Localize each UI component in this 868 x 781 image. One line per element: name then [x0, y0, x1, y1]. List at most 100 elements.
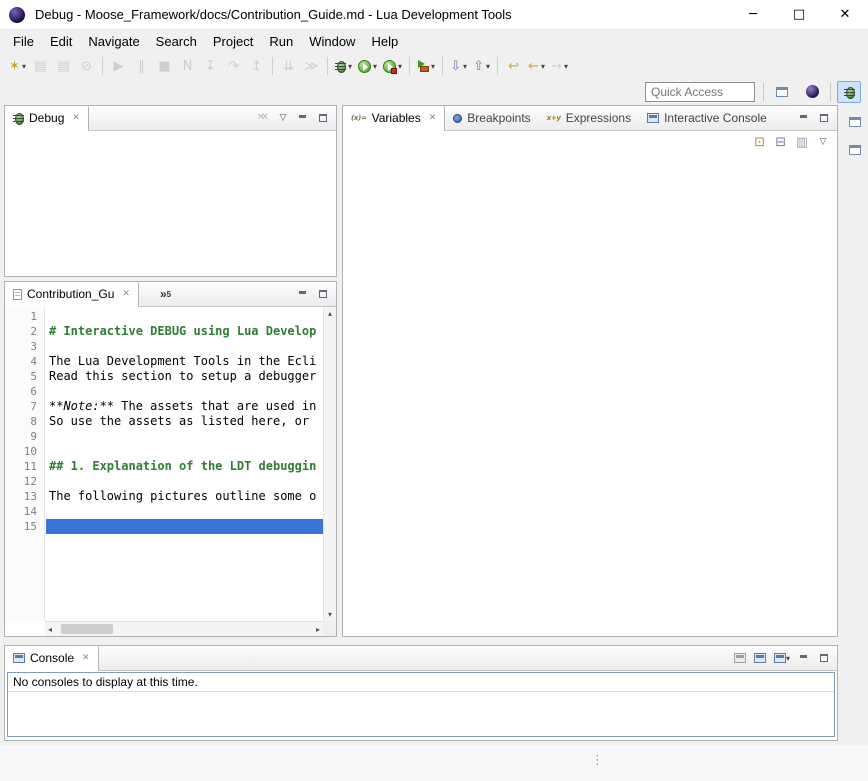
- lua-perspective-button[interactable]: [800, 81, 824, 103]
- show-logical-structure-button[interactable]: ⊡: [754, 134, 766, 150]
- menu-window[interactable]: Window: [301, 31, 363, 52]
- debug-perspective-button[interactable]: [837, 81, 861, 103]
- editor-line-13[interactable]: 13The following pictures outline some o: [5, 489, 323, 504]
- close-tab-icon[interactable]: ✕: [72, 113, 80, 123]
- save-button[interactable]: ▤: [29, 55, 52, 77]
- forward-button[interactable]: →▾: [548, 55, 571, 77]
- pin-console-button[interactable]: [734, 650, 746, 666]
- editor-line-3[interactable]: 3: [5, 339, 323, 354]
- maximize-button[interactable]: [818, 650, 830, 666]
- editor-line-14[interactable]: 14: [5, 504, 323, 519]
- menu-project[interactable]: Project: [205, 31, 261, 52]
- open-console-button[interactable]: ▾: [774, 650, 790, 666]
- close-tab-icon[interactable]: ✕: [122, 289, 130, 299]
- step-over-button[interactable]: ↷: [222, 55, 245, 77]
- editor-line-4[interactable]: 4The Lua Development Tools in the Ecli: [5, 354, 323, 369]
- last-edit-location-button[interactable]: ↩: [502, 55, 525, 77]
- maximize-button[interactable]: [317, 286, 329, 302]
- restore-view-button[interactable]: [846, 114, 864, 130]
- disconnect-button[interactable]: N: [176, 55, 199, 77]
- step-into-button[interactable]: ↧: [199, 55, 222, 77]
- scroll-left-icon[interactable]: ◂: [45, 625, 55, 634]
- drop-to-frame-button[interactable]: ⇊: [277, 55, 300, 77]
- scroll-right-icon[interactable]: ▸: [313, 625, 323, 634]
- editor-text-area[interactable]: 12# Interactive DEBUG using Lua Develop3…: [5, 307, 323, 621]
- menu-run[interactable]: Run: [261, 31, 301, 52]
- display-console-button[interactable]: [754, 650, 766, 666]
- step-return-button[interactable]: ↥: [245, 55, 268, 77]
- editor-line-1[interactable]: 1: [5, 309, 323, 324]
- next-annotation-button[interactable]: ⇩▾: [447, 55, 470, 77]
- outline-view-button[interactable]: [846, 142, 864, 158]
- minimize-button[interactable]: [798, 650, 810, 666]
- scroll-up-icon[interactable]: ▴: [325, 309, 335, 318]
- terminate-button[interactable]: ■: [153, 55, 176, 77]
- menu-search[interactable]: Search: [148, 31, 205, 52]
- use-step-filters-button[interactable]: ≫: [300, 55, 323, 77]
- collapse-all-button[interactable]: ⊟: [775, 134, 787, 150]
- editor-horizontal-scrollbar[interactable]: ◂ ▸: [45, 621, 323, 636]
- scrollbar-thumb[interactable]: [61, 624, 113, 634]
- tab-expressions[interactable]: x+yExpressions: [539, 106, 639, 130]
- maximize-window-button[interactable]: □: [776, 0, 822, 29]
- external-tools-button[interactable]: ▾: [414, 55, 438, 77]
- open-perspective-button[interactable]: [770, 81, 794, 103]
- editor-line-15[interactable]: 15: [5, 519, 323, 534]
- show-columns-button[interactable]: ▥: [796, 134, 808, 150]
- view-menu-button[interactable]: ▽: [277, 110, 289, 126]
- editor-line-10[interactable]: 10: [5, 444, 323, 459]
- close-window-button[interactable]: ✕: [822, 0, 868, 29]
- tab-breakpoints[interactable]: Breakpoints: [445, 106, 538, 130]
- resume-button[interactable]: ▶: [107, 55, 130, 77]
- menu-navigate[interactable]: Navigate: [80, 31, 147, 52]
- close-tab-icon[interactable]: ✕: [82, 653, 90, 663]
- debug-content[interactable]: [5, 131, 336, 276]
- editor-line-12[interactable]: 12: [5, 474, 323, 489]
- editor-vertical-scrollbar[interactable]: ▴ ▾: [323, 307, 336, 621]
- new-button[interactable]: ✶▾: [6, 55, 29, 77]
- menu-edit[interactable]: Edit: [42, 31, 80, 52]
- minimize-window-button[interactable]: ─: [730, 0, 776, 29]
- debug-button[interactable]: ▾: [332, 55, 355, 77]
- quick-access-input[interactable]: [645, 82, 755, 102]
- editor-line-6[interactable]: 6: [5, 384, 323, 399]
- editor-line-2[interactable]: 2# Interactive DEBUG using Lua Develop: [5, 324, 323, 339]
- minimize-button[interactable]: [297, 286, 309, 302]
- editor-line-9[interactable]: 9: [5, 429, 323, 444]
- menu-file[interactable]: File: [5, 31, 42, 52]
- tab-debug[interactable]: Debug ✕: [5, 106, 89, 130]
- editor-line-11[interactable]: 11## 1. Explanation of the LDT debuggin: [5, 459, 323, 474]
- editor-tab-overflow[interactable]: »5: [155, 282, 176, 306]
- menu-help[interactable]: Help: [363, 31, 406, 52]
- back-button[interactable]: ←▾: [525, 55, 548, 77]
- app-icon[interactable]: [9, 7, 25, 23]
- minimize-button[interactable]: [297, 110, 309, 126]
- save-all-button[interactable]: ▤: [52, 55, 75, 77]
- sphere-icon: [806, 85, 819, 98]
- remove-terminated-icon: ✕: [257, 113, 265, 123]
- run-button[interactable]: ▾: [355, 55, 380, 77]
- editor-line-7[interactable]: 7**Note:** The assets that are used in: [5, 399, 323, 414]
- debug-icon: [335, 60, 346, 72]
- remove-terminated-button[interactable]: ✕: [257, 110, 269, 126]
- variables-content[interactable]: [343, 153, 837, 636]
- profile-button[interactable]: ▾: [380, 55, 405, 77]
- editor-line-8[interactable]: 8So use the assets as listed here, or: [5, 414, 323, 429]
- editor-line-5[interactable]: 5Read this section to setup a debugger: [5, 369, 323, 384]
- tab-interactive-console[interactable]: Interactive Console: [639, 106, 775, 130]
- previous-annotation-button[interactable]: ⇧▾: [470, 55, 493, 77]
- drag-grip-icon[interactable]: ⋮: [591, 753, 604, 768]
- scroll-down-icon[interactable]: ▾: [325, 610, 335, 619]
- external-tools-icon: [417, 60, 429, 72]
- maximize-button[interactable]: [818, 110, 830, 126]
- maximize-button[interactable]: [317, 110, 329, 126]
- tab-variables[interactable]: (x)=Variables✕: [343, 106, 445, 130]
- tab-contribution-guide[interactable]: Contribution_Gu ✕: [5, 282, 139, 306]
- skip-all-breakpoints-button[interactable]: ⊘: [75, 55, 98, 77]
- close-tab-icon[interactable]: ✕: [429, 113, 437, 123]
- view-menu-button[interactable]: ▽: [817, 134, 829, 150]
- suspend-button[interactable]: ‖: [130, 55, 153, 77]
- tab-console[interactable]: Console ✕: [5, 646, 99, 670]
- minimize-button[interactable]: [798, 110, 810, 126]
- console-content[interactable]: No consoles to display at this time.: [7, 672, 835, 737]
